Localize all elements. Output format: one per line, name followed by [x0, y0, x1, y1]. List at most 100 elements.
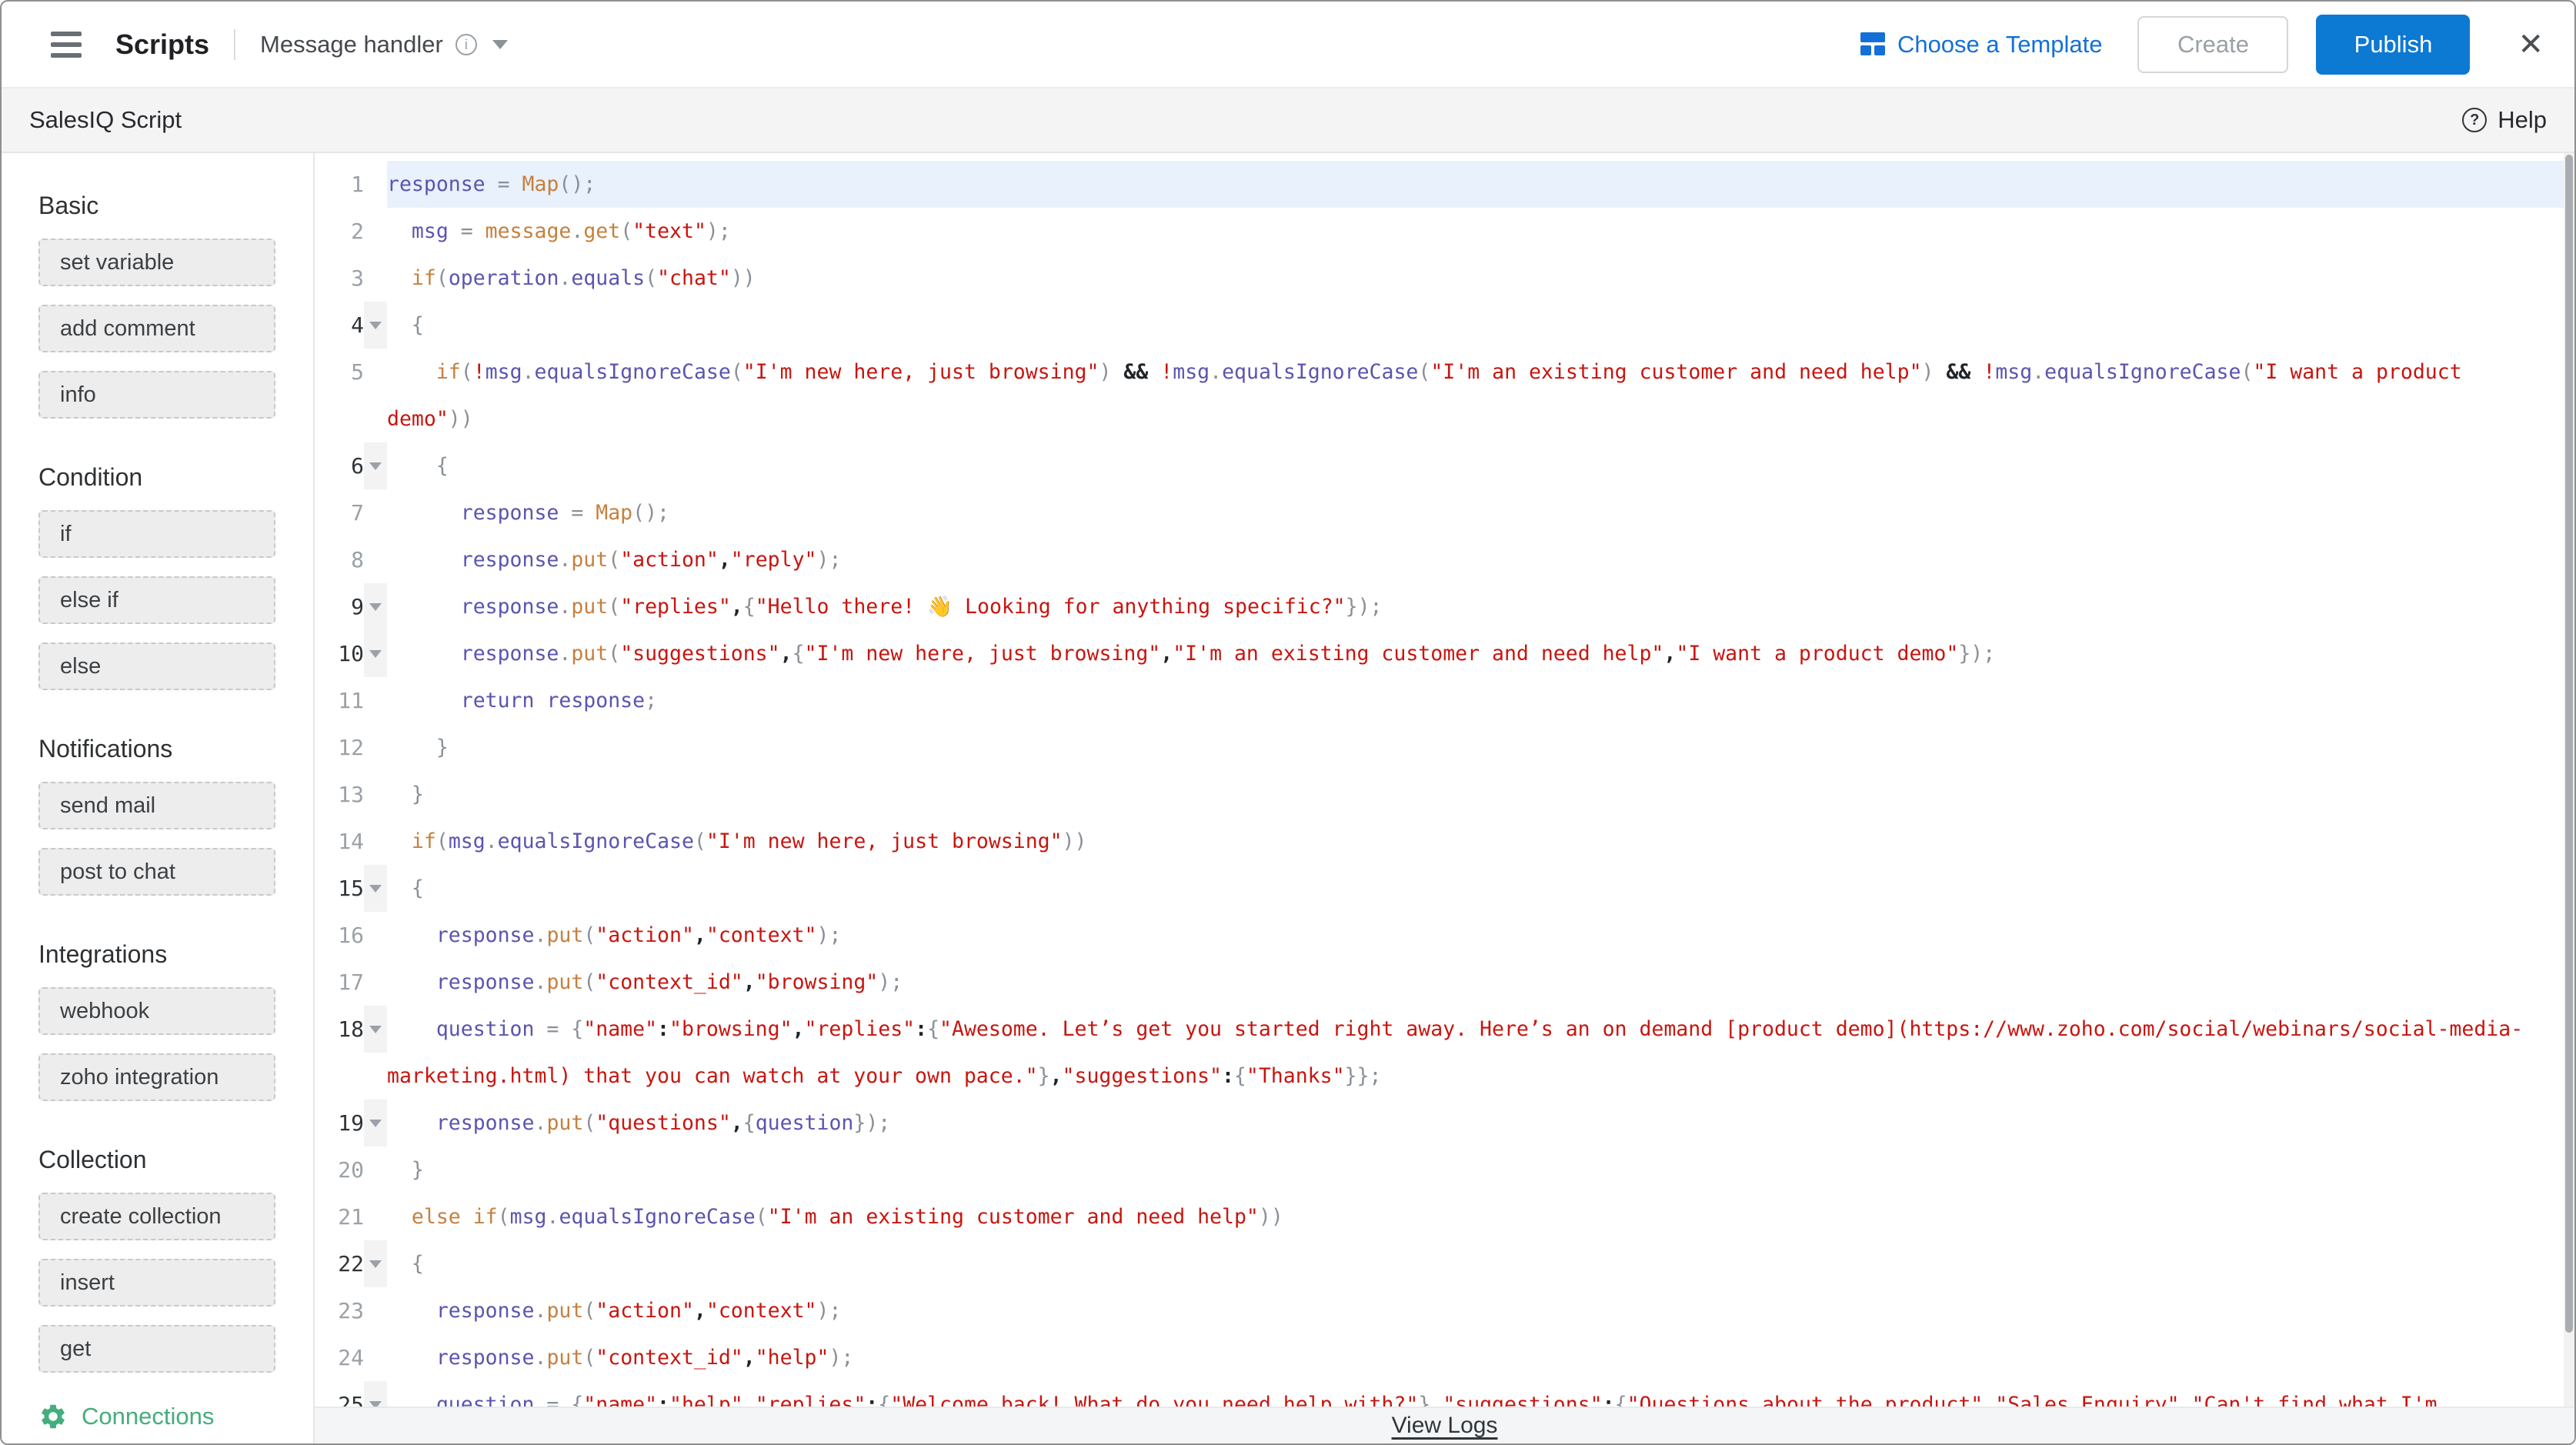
fold-gutter[interactable]	[364, 1006, 387, 1053]
code-text[interactable]: response = Map();	[387, 161, 2564, 208]
choose-template-button[interactable]: Choose a Template	[1860, 31, 2103, 58]
scrollbar-thumb[interactable]	[2565, 155, 2573, 1333]
top-toolbar: Scripts Message handler i Choose a Templ…	[2, 2, 2574, 88]
code-line-12: 12 }	[315, 724, 2564, 771]
fold-arrow-icon[interactable]	[369, 1026, 382, 1033]
help-button[interactable]: ? Help	[2462, 106, 2547, 134]
line-number: 19	[315, 1100, 364, 1146]
palette-item-create-collection[interactable]: create collection	[38, 1193, 275, 1240]
code-line-25: 25 question = {"name":"help","replies":{…	[315, 1381, 2564, 1407]
code-text[interactable]: response.put("action","reply");	[387, 536, 2564, 583]
fold-gutter[interactable]	[364, 630, 387, 677]
fold-arrow-icon[interactable]	[369, 603, 382, 611]
palette-item-info[interactable]: info	[38, 371, 275, 419]
code-text[interactable]: return response;	[387, 677, 2564, 724]
palette-item-zoho-integration[interactable]: zoho integration	[38, 1053, 275, 1101]
gutter-spacer	[364, 208, 387, 255]
vertical-scrollbar[interactable]	[2564, 153, 2574, 1407]
palette-item-else[interactable]: else	[38, 642, 275, 690]
code-text[interactable]: {	[387, 442, 2564, 489]
code-line-17: 17 response.put("context_id","browsing")…	[315, 959, 2564, 1006]
code-line-13: 13 }	[315, 771, 2564, 818]
code-text[interactable]: response.put("suggestions",{"I'm new her…	[387, 630, 2564, 677]
code-text[interactable]: }	[387, 771, 2564, 818]
code-text[interactable]: response.put("context_id","browsing");	[387, 959, 2564, 1006]
code-text[interactable]: }	[387, 1146, 2564, 1193]
palette-item-webhook[interactable]: webhook	[38, 987, 275, 1035]
gutter-spacer	[364, 1193, 387, 1240]
line-number: 9	[315, 583, 364, 630]
code-line-3: 3 if(operation.equals("chat"))	[315, 255, 2564, 302]
code-line-23: 23 response.put("action","context");	[315, 1287, 2564, 1334]
fold-gutter[interactable]	[364, 302, 387, 349]
code-text[interactable]: {	[387, 1240, 2564, 1287]
page-title: Scripts	[115, 28, 209, 61]
palette-item-insert[interactable]: insert	[38, 1259, 275, 1307]
palette-item-send-mail[interactable]: send mail	[38, 782, 275, 829]
code-text[interactable]: msg = message.get("text");	[387, 208, 2564, 255]
code-text[interactable]: if(!msg.equalsIgnoreCase("I'm new here, …	[387, 349, 2564, 442]
code-text[interactable]: {	[387, 865, 2564, 912]
fold-gutter[interactable]	[364, 442, 387, 489]
palette-item-set-variable[interactable]: set variable	[38, 239, 275, 286]
palette-item-get[interactable]: get	[38, 1325, 275, 1373]
section-title-condition: Condition	[38, 463, 276, 492]
code-text[interactable]: response.put("action","context");	[387, 1287, 2564, 1334]
create-button[interactable]: Create	[2137, 16, 2288, 73]
gutter-spacer	[364, 677, 387, 724]
fold-gutter[interactable]	[364, 1381, 387, 1407]
code-text[interactable]: response.put("replies",{"Hello there! 👋 …	[387, 583, 2564, 630]
code-text[interactable]: question = {"name":"browsing","replies":…	[387, 1006, 2564, 1100]
gear-icon	[38, 1402, 68, 1431]
fold-gutter[interactable]	[364, 1100, 387, 1146]
view-logs-link[interactable]: View Logs	[1392, 1413, 1498, 1439]
palette-item-if[interactable]: if	[38, 510, 275, 558]
line-number: 11	[315, 677, 364, 724]
close-icon[interactable]: ✕	[2518, 29, 2544, 60]
code-text[interactable]: if(operation.equals("chat"))	[387, 255, 2564, 302]
gutter-spacer	[364, 771, 387, 818]
connections-button[interactable]: Connections	[38, 1402, 214, 1431]
fold-arrow-icon[interactable]	[369, 322, 382, 329]
help-label: Help	[2498, 106, 2547, 134]
code-text[interactable]: else if(msg.equalsIgnoreCase("I'm an exi…	[387, 1193, 2564, 1240]
code-editor[interactable]: 1response = Map();2 msg = message.get("t…	[315, 153, 2574, 1443]
code-text[interactable]: if(msg.equalsIgnoreCase("I'm new here, j…	[387, 818, 2564, 865]
fold-gutter[interactable]	[364, 583, 387, 630]
code-line-10: 10 response.put("suggestions",{"I'm new …	[315, 630, 2564, 677]
palette-item-add-comment[interactable]: add comment	[38, 305, 275, 352]
log-footer: View Logs	[315, 1407, 2574, 1443]
fold-arrow-icon[interactable]	[369, 885, 382, 893]
palette-item-else-if[interactable]: else if	[38, 576, 275, 624]
code-text[interactable]: }	[387, 724, 2564, 771]
template-icon	[1860, 32, 1885, 57]
fold-gutter[interactable]	[364, 1240, 387, 1287]
fold-arrow-icon[interactable]	[369, 1260, 382, 1268]
hamburger-menu-icon[interactable]	[51, 32, 82, 58]
fold-arrow-icon[interactable]	[369, 462, 382, 470]
publish-button[interactable]: Publish	[2316, 15, 2470, 75]
code-text[interactable]: response.put("context_id","help");	[387, 1334, 2564, 1381]
gutter-spacer	[364, 724, 387, 771]
code-text[interactable]: question = {"name":"help","replies":{"We…	[387, 1381, 2564, 1407]
fold-arrow-icon[interactable]	[369, 1401, 382, 1407]
code-area[interactable]: 1response = Map();2 msg = message.get("t…	[315, 153, 2564, 1407]
fold-arrow-icon[interactable]	[369, 650, 382, 658]
fold-gutter[interactable]	[364, 865, 387, 912]
code-text[interactable]: response.put("questions",{question});	[387, 1100, 2564, 1146]
code-line-5: 5 if(!msg.equalsIgnoreCase("I'm new here…	[315, 349, 2564, 442]
line-number: 14	[315, 818, 364, 865]
code-text[interactable]: {	[387, 302, 2564, 349]
fold-arrow-icon[interactable]	[369, 1120, 382, 1127]
code-line-7: 7 response = Map();	[315, 489, 2564, 536]
code-text[interactable]: response.put("action","context");	[387, 912, 2564, 959]
info-icon[interactable]: i	[455, 34, 477, 55]
section-title-collection: Collection	[38, 1146, 276, 1174]
palette-item-post-to-chat[interactable]: post to chat	[38, 848, 275, 896]
script-name-dropdown[interactable]: Message handler i	[260, 31, 508, 58]
chevron-down-icon[interactable]	[492, 40, 508, 49]
line-number: 25	[315, 1381, 364, 1407]
code-line-21: 21 else if(msg.equalsIgnoreCase("I'm an …	[315, 1193, 2564, 1240]
code-text[interactable]: response = Map();	[387, 489, 2564, 536]
line-number: 6	[315, 442, 364, 489]
